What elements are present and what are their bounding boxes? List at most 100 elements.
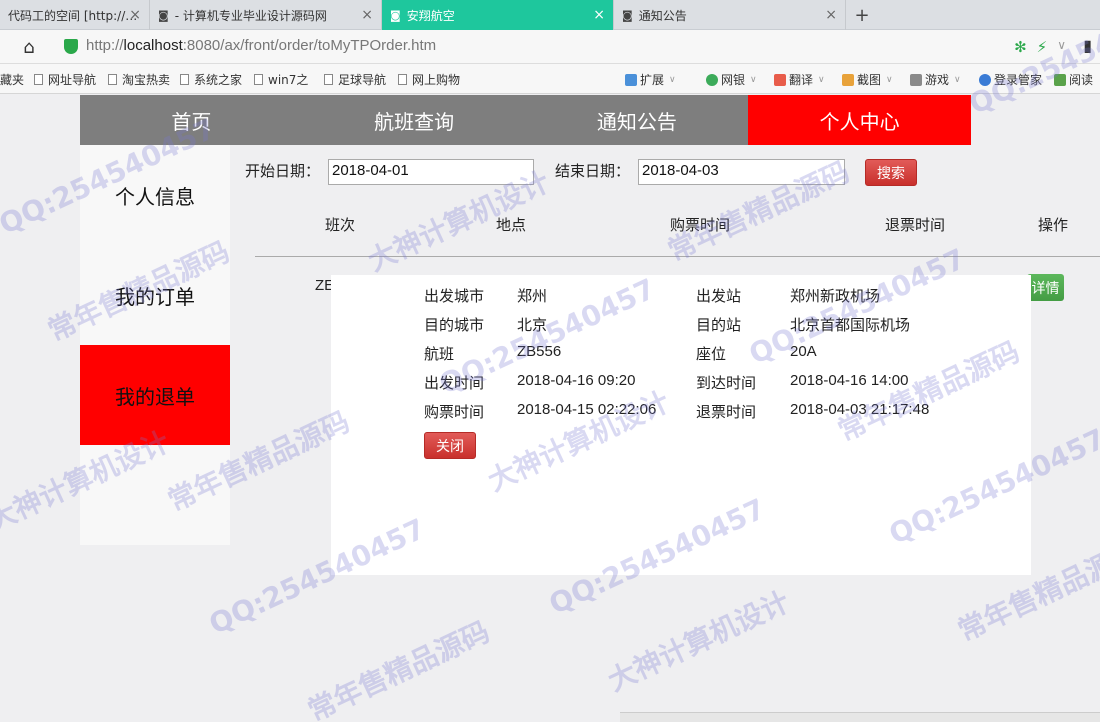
favicon-icon: ◙ <box>622 8 633 22</box>
bookmark-item[interactable]: 足球导航 <box>324 71 386 88</box>
sidebar-item-my-orders[interactable]: 我的订单 <box>80 245 230 345</box>
nav-flight-search[interactable]: 航班查询 <box>303 95 526 145</box>
close-icon[interactable]: × <box>361 7 373 23</box>
page-icon <box>398 74 407 85</box>
toolbar-translate[interactable]: 翻译 ∨ <box>774 71 825 88</box>
value-departure-city: 郑州 <box>517 287 548 305</box>
bookmark-item[interactable]: 系统之家 <box>180 71 242 88</box>
label-refund-time: 退票时间 <box>696 403 757 421</box>
toolbar-bank[interactable]: 网银 ∨ <box>706 71 757 88</box>
nav-personal-center[interactable]: 个人中心 <box>748 95 971 145</box>
value-arrival-time: 2018-04-16 14:00 <box>790 372 909 389</box>
page-icon <box>324 74 333 85</box>
home-icon[interactable]: ⌂ <box>18 36 40 58</box>
tab-title: 代码工的空间 [http://… <box>8 8 138 23</box>
label-departure-station: 出发站 <box>696 287 742 305</box>
site-nav: 首页 航班查询 通知公告 个人中心 <box>80 95 971 145</box>
value-seat: 20A <box>790 343 817 360</box>
details-button[interactable]: 详情 <box>1027 274 1064 301</box>
menu-icon[interactable]: ▮ <box>1083 36 1092 55</box>
value-departure-time: 2018-04-16 09:20 <box>517 372 636 389</box>
start-date-input[interactable]: 2018-04-01 <box>328 159 534 185</box>
bookmark-item[interactable]: 网址导航 <box>34 71 96 88</box>
browser-tab-active[interactable]: ◙ 安翔航空 × <box>382 0 614 30</box>
favicon-icon: ◙ <box>390 8 401 22</box>
tool-label: 翻译 <box>789 73 814 87</box>
label-arrival-station: 目的站 <box>696 316 742 334</box>
status-bar <box>620 712 1100 722</box>
toolbar-extensions[interactable]: 扩展 ∨ <box>625 71 676 88</box>
page-icon <box>254 74 263 85</box>
column-header-flight: 班次 <box>325 216 356 234</box>
browser-tab-bar: 代码工的空间 [http://… × ◙ - 计算机专业毕业设计源码网 × ◙ … <box>0 0 1100 30</box>
start-date-label: 开始日期： <box>245 162 321 180</box>
bookmark-label: 网址导航 <box>48 73 97 87</box>
toolbar-reader[interactable]: 阅读 <box>1054 71 1093 88</box>
value-refund-time: 2018-04-03 21:17:48 <box>790 401 930 418</box>
label-flight: 航班 <box>424 345 455 363</box>
toolbar-games[interactable]: 游戏 ∨ <box>910 71 961 88</box>
bookmark-item[interactable]: 淘宝热卖 <box>108 71 170 88</box>
lightning-icon[interactable]: ⚡ <box>1037 38 1048 56</box>
address-actions: ✻ ⚡ ∨ <box>1014 38 1066 56</box>
tool-label: 阅读 <box>1069 73 1094 87</box>
value-arrival-city: 北京 <box>517 316 548 334</box>
bookmark-item[interactable]: win7之 <box>254 71 308 88</box>
sidebar: 个人信息 我的订单 我的退单 <box>80 145 230 545</box>
close-icon[interactable]: × <box>593 7 605 23</box>
value-arrival-station: 北京首都国际机场 <box>790 316 911 334</box>
shield-icon[interactable] <box>64 39 78 54</box>
page-icon <box>108 74 117 85</box>
chevron-down-icon: ∨ <box>886 74 893 85</box>
chevron-down-icon: ∨ <box>818 74 825 85</box>
close-icon[interactable]: × <box>825 7 837 23</box>
scissors-icon <box>842 73 854 86</box>
chevron-down-icon[interactable]: ∨ <box>1057 38 1066 56</box>
label-arrival-city: 目的城市 <box>424 316 485 334</box>
tool-label: 登录管家 <box>994 73 1043 87</box>
label-purchase-time: 购票时间 <box>424 403 485 421</box>
nav-notices[interactable]: 通知公告 <box>526 95 749 145</box>
sidebar-item-personal-info[interactable]: 个人信息 <box>80 145 230 245</box>
close-button[interactable]: 关闭 <box>424 432 476 459</box>
favicon-icon: ◙ <box>158 8 169 22</box>
browser-tab[interactable]: ◙ - 计算机专业毕业设计源码网 × <box>150 0 382 30</box>
settings-icon[interactable]: ✻ <box>1014 38 1027 56</box>
value-purchase-time: 2018-04-15 02:22:06 <box>517 401 657 418</box>
url-field[interactable]: http://localhost:8080/ax/front/order/toM… <box>86 37 436 54</box>
close-icon[interactable]: × <box>129 7 141 23</box>
bookmark-label: 足球导航 <box>338 73 387 87</box>
page-icon <box>180 74 189 85</box>
browser-tab[interactable]: ◙ 通知公告 × <box>614 0 846 30</box>
tab-title: 通知公告 <box>638 8 687 23</box>
value-departure-station: 郑州新政机场 <box>790 287 881 305</box>
search-icon <box>979 73 991 86</box>
nav-home[interactable]: 首页 <box>80 95 303 145</box>
tool-label: 扩展 <box>640 73 665 87</box>
chevron-down-icon: ∨ <box>669 74 676 85</box>
bookmark-item[interactable]: 网上购物 <box>398 71 460 88</box>
book-icon <box>1054 73 1066 86</box>
chevron-down-icon: ∨ <box>954 74 961 85</box>
value-flight: ZB556 <box>517 343 562 360</box>
end-date-input[interactable]: 2018-04-03 <box>638 159 845 185</box>
new-tab-button[interactable]: + <box>850 0 874 30</box>
bookmark-label: 网上购物 <box>412 73 461 87</box>
page-icon <box>34 74 43 85</box>
translate-icon <box>774 73 786 86</box>
bookmark-item[interactable]: 藏夹 <box>0 71 24 88</box>
chevron-down-icon: ∨ <box>750 74 757 85</box>
column-header-buy-time: 购票时间 <box>670 216 731 234</box>
bookmarks-bar: 藏夹 网址导航 淘宝热卖 系统之家 win7之 足球导航 网上购物 扩展 ∨ 网银… <box>0 64 1100 94</box>
browser-tab[interactable]: 代码工的空间 [http://… × <box>0 0 150 30</box>
address-bar: ⌂ http://localhost:8080/ax/front/order/t… <box>0 30 1100 64</box>
bookmark-label: 淘宝热卖 <box>122 73 171 87</box>
toolbar-login-manager[interactable]: 登录管家 <box>979 71 1042 88</box>
toolbar-screenshot[interactable]: 截图 ∨ <box>842 71 893 88</box>
tool-label: 网银 <box>721 73 746 87</box>
tool-label: 截图 <box>857 73 882 87</box>
watermark-text: 大神计算机设计 <box>602 584 795 698</box>
search-button[interactable]: 搜索 <box>865 159 917 186</box>
tab-title: - 计算机专业毕业设计源码网 <box>174 8 327 23</box>
sidebar-item-my-refunds[interactable]: 我的退单 <box>80 345 230 445</box>
